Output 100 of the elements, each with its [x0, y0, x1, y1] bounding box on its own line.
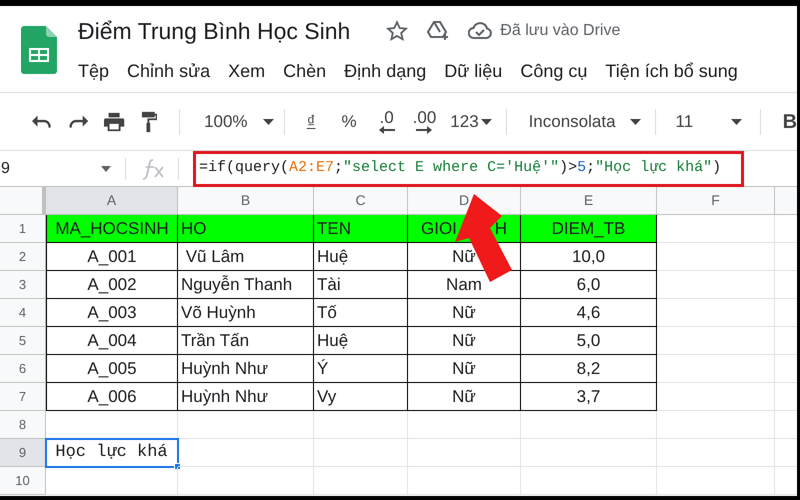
- row-header[interactable]: 5: [0, 327, 46, 355]
- menu-item[interactable]: Định dạng: [344, 58, 426, 85]
- table-cell[interactable]: [314, 467, 408, 495]
- undo-icon[interactable]: [32, 114, 52, 128]
- column-header[interactable]: F: [657, 187, 775, 214]
- table-cell[interactable]: Nữ: [408, 327, 521, 355]
- row-header[interactable]: 6: [0, 355, 46, 383]
- row-header[interactable]: 3: [0, 271, 46, 299]
- zoom-dropdown[interactable]: 100%: [204, 108, 274, 134]
- document-title[interactable]: Điểm Trung Bình Học Sinh: [78, 14, 350, 48]
- formula-field[interactable]: =if(query(A2:E7;"select E where C='Huệ'")>5;"Học lực khá"): [193, 150, 744, 186]
- column-header[interactable]: B: [178, 187, 314, 214]
- table-cell[interactable]: 10,0: [521, 243, 657, 271]
- caret-icon[interactable]: [101, 166, 111, 172]
- table-cell[interactable]: Trần Tấn: [178, 327, 314, 355]
- table-cell[interactable]: 8,2: [521, 355, 657, 383]
- sheets-logo-icon[interactable]: [21, 26, 57, 74]
- decrease-decimals-button[interactable]: .0: [378, 109, 395, 134]
- caret-icon[interactable]: [262, 118, 274, 124]
- table-cell[interactable]: [657, 271, 775, 299]
- table-cell[interactable]: [521, 439, 657, 467]
- table-cell[interactable]: Huỳnh Như: [178, 355, 314, 383]
- table-cell[interactable]: Tài: [314, 271, 408, 299]
- table-cell[interactable]: Huệ: [314, 243, 408, 271]
- table-cell[interactable]: [314, 439, 408, 467]
- menu-item[interactable]: Công cụ: [520, 58, 588, 85]
- font-dropdown[interactable]: Inconsolata: [528, 108, 641, 134]
- column-header[interactable]: A: [46, 187, 178, 214]
- row-header[interactable]: 1: [0, 215, 46, 243]
- table-cell[interactable]: Huệ: [314, 327, 408, 355]
- row-header[interactable]: 2: [0, 243, 46, 271]
- table-cell[interactable]: Nữ: [408, 299, 521, 327]
- table-cell[interactable]: [657, 327, 775, 355]
- table-cell[interactable]: 4,6: [521, 299, 657, 327]
- cell-reference[interactable]: 9: [1, 156, 93, 180]
- table-cell[interactable]: Nguyễn Thanh: [178, 271, 314, 299]
- bold-button[interactable]: B: [782, 106, 797, 136]
- table-cell[interactable]: [408, 411, 521, 439]
- table-cell[interactable]: [657, 439, 775, 467]
- column-header[interactable]: C: [314, 187, 408, 214]
- table-cell[interactable]: [657, 215, 775, 243]
- table-cell[interactable]: Nữ: [408, 355, 521, 383]
- table-cell[interactable]: DIEM_TB: [521, 215, 657, 243]
- menu-item[interactable]: Tệp: [78, 58, 110, 85]
- menu-item[interactable]: Dữ liệu: [444, 58, 502, 85]
- table-cell[interactable]: [657, 243, 775, 271]
- table-cell[interactable]: [521, 467, 657, 495]
- row-header[interactable]: 7: [0, 383, 46, 411]
- redo-icon[interactable]: [68, 114, 88, 128]
- table-cell[interactable]: TEN: [314, 215, 408, 243]
- table-cell[interactable]: [314, 411, 408, 439]
- paint-format-icon[interactable]: [140, 110, 158, 132]
- table-cell[interactable]: A_006: [46, 383, 178, 411]
- table-cell[interactable]: [178, 467, 314, 495]
- table-cell[interactable]: A_001: [46, 243, 178, 271]
- row-header[interactable]: 8: [0, 411, 46, 439]
- table-cell[interactable]: 5,0: [521, 327, 657, 355]
- table-cell[interactable]: A_004: [46, 327, 178, 355]
- table-cell[interactable]: MA_HOCSINH: [46, 215, 178, 243]
- table-cell[interactable]: [408, 467, 521, 495]
- table-cell[interactable]: HO: [178, 215, 314, 243]
- table-cell[interactable]: Vy: [314, 383, 408, 411]
- table-cell[interactable]: A_005: [46, 355, 178, 383]
- table-cell[interactable]: Vũ Lâm: [178, 243, 314, 271]
- table-cell[interactable]: Huỳnh Như: [178, 383, 314, 411]
- percent-format-button[interactable]: %: [342, 108, 357, 134]
- table-cell[interactable]: 3,7: [521, 383, 657, 411]
- table-cell[interactable]: Ý: [314, 355, 408, 383]
- cloud-check-icon[interactable]: [468, 22, 492, 40]
- table-cell[interactable]: [178, 439, 314, 467]
- menu-item[interactable]: Chèn: [283, 58, 326, 85]
- star-icon[interactable]: [386, 20, 408, 42]
- table-cell[interactable]: A_003: [46, 299, 178, 327]
- currency-format-button[interactable]: ₫: [306, 108, 316, 134]
- table-cell[interactable]: [657, 355, 775, 383]
- drive-add-icon[interactable]: [426, 20, 450, 42]
- select-all-corner[interactable]: [0, 187, 46, 214]
- menu-item[interactable]: Chỉnh sửa: [127, 58, 210, 85]
- caret-icon[interactable]: [480, 118, 492, 124]
- table-cell[interactable]: [657, 383, 775, 411]
- row-header[interactable]: 10: [0, 467, 46, 495]
- table-cell[interactable]: Nữ: [408, 383, 521, 411]
- caret-icon[interactable]: [730, 118, 742, 124]
- increase-decimals-button[interactable]: .00: [412, 109, 436, 134]
- font-size-dropdown[interactable]: 11: [676, 108, 742, 134]
- print-icon[interactable]: [104, 112, 125, 132]
- table-cell[interactable]: [657, 299, 775, 327]
- table-cell[interactable]: [657, 411, 775, 439]
- table-cell[interactable]: [178, 411, 314, 439]
- column-header[interactable]: E: [521, 187, 657, 214]
- table-cell[interactable]: [657, 467, 775, 495]
- table-cell[interactable]: [408, 439, 521, 467]
- more-formats-dropdown[interactable]: 123: [450, 108, 492, 134]
- table-cell[interactable]: A_002: [46, 271, 178, 299]
- table-cell[interactable]: Tố: [314, 299, 408, 327]
- table-cell[interactable]: 6,0: [521, 271, 657, 299]
- table-cell[interactable]: [46, 467, 178, 495]
- caret-icon[interactable]: [630, 118, 641, 124]
- table-cell[interactable]: Học lực khá: [46, 439, 178, 467]
- menu-item[interactable]: Xem: [228, 58, 266, 85]
